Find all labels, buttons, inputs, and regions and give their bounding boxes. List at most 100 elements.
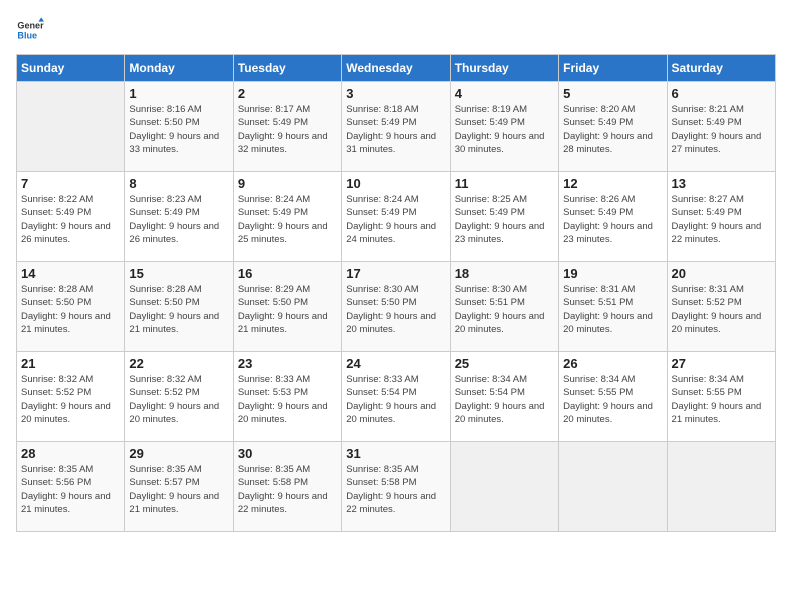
- day-number: 1: [129, 86, 228, 101]
- day-info: Sunrise: 8:28 AMSunset: 5:50 PMDaylight:…: [21, 283, 120, 336]
- day-info: Sunrise: 8:24 AMSunset: 5:49 PMDaylight:…: [346, 193, 445, 246]
- day-number: 8: [129, 176, 228, 191]
- day-number: 20: [672, 266, 771, 281]
- day-cell: 6Sunrise: 8:21 AMSunset: 5:49 PMDaylight…: [667, 82, 775, 172]
- header-tuesday: Tuesday: [233, 55, 341, 82]
- day-cell: 17 Sunrise: 8:30 AMSunset: 5:50 PMDayligh…: [342, 262, 450, 352]
- day-info: Sunrise: 8:23 AMSunset: 5:49 PMDaylight:…: [129, 193, 228, 246]
- day-info: Sunrise: 8:33 AMSunset: 5:53 PMDaylight:…: [238, 373, 337, 426]
- day-number: 30: [238, 446, 337, 461]
- header-thursday: Thursday: [450, 55, 558, 82]
- day-cell: 18 Sunrise: 8:30 AMSunset: 5:51 PMDayligh…: [450, 262, 558, 352]
- day-cell: 11Sunrise: 8:25 AMSunset: 5:49 PMDayligh…: [450, 172, 558, 262]
- day-cell: 2 Sunrise: 8:17 AMSunset: 5:49 PMDaylight…: [233, 82, 341, 172]
- day-cell: 21 Sunrise: 8:32 AMSunset: 5:52 PMDayligh…: [17, 352, 125, 442]
- day-info: Sunrise: 8:33 AMSunset: 5:54 PMDaylight:…: [346, 373, 445, 426]
- day-cell: 24 Sunrise: 8:33 AMSunset: 5:54 PMDayligh…: [342, 352, 450, 442]
- day-number: 11: [455, 176, 554, 191]
- week-row-5: 28 Sunrise: 8:35 AMSunset: 5:56 PMDayligh…: [17, 442, 776, 532]
- calendar-table: SundayMondayTuesdayWednesdayThursdayFrid…: [16, 54, 776, 532]
- week-row-3: 14 Sunrise: 8:28 AMSunset: 5:50 PMDayligh…: [17, 262, 776, 352]
- day-cell: 9Sunrise: 8:24 AMSunset: 5:49 PMDaylight…: [233, 172, 341, 262]
- day-info: Sunrise: 8:22 AMSunset: 5:49 PMDaylight:…: [21, 193, 120, 246]
- day-cell: 14 Sunrise: 8:28 AMSunset: 5:50 PMDayligh…: [17, 262, 125, 352]
- day-info: Sunrise: 8:35 AMSunset: 5:58 PMDaylight:…: [238, 463, 337, 516]
- day-number: 22: [129, 356, 228, 371]
- day-cell: 5 Sunrise: 8:20 AMSunset: 5:49 PMDaylight…: [559, 82, 667, 172]
- day-number: 14: [21, 266, 120, 281]
- day-cell: 23Sunrise: 8:33 AMSunset: 5:53 PMDayligh…: [233, 352, 341, 442]
- day-info: Sunrise: 8:20 AMSunset: 5:49 PMDaylight:…: [563, 103, 662, 156]
- day-cell: [559, 442, 667, 532]
- svg-text:General: General: [17, 21, 44, 31]
- header-wednesday: Wednesday: [342, 55, 450, 82]
- day-cell: 13Sunrise: 8:27 AMSunset: 5:49 PMDayligh…: [667, 172, 775, 262]
- day-info: Sunrise: 8:32 AMSunset: 5:52 PMDaylight:…: [129, 373, 228, 426]
- header-row: SundayMondayTuesdayWednesdayThursdayFrid…: [17, 55, 776, 82]
- day-number: 15: [129, 266, 228, 281]
- day-info: Sunrise: 8:32 AMSunset: 5:52 PMDaylight:…: [21, 373, 120, 426]
- logo-icon: General Blue: [16, 16, 44, 44]
- day-cell: 30 Sunrise: 8:35 AMSunset: 5:58 PMDayligh…: [233, 442, 341, 532]
- day-cell: 22 Sunrise: 8:32 AMSunset: 5:52 PMDayligh…: [125, 352, 233, 442]
- day-cell: 28 Sunrise: 8:35 AMSunset: 5:56 PMDayligh…: [17, 442, 125, 532]
- day-info: Sunrise: 8:30 AMSunset: 5:51 PMDaylight:…: [455, 283, 554, 336]
- day-cell: [450, 442, 558, 532]
- day-number: 21: [21, 356, 120, 371]
- day-info: Sunrise: 8:34 AMSunset: 5:55 PMDaylight:…: [563, 373, 662, 426]
- day-info: Sunrise: 8:26 AMSunset: 5:49 PMDaylight:…: [563, 193, 662, 246]
- day-cell: 15 Sunrise: 8:28 AMSunset: 5:50 PMDayligh…: [125, 262, 233, 352]
- day-cell: [667, 442, 775, 532]
- week-row-4: 21 Sunrise: 8:32 AMSunset: 5:52 PMDayligh…: [17, 352, 776, 442]
- header-monday: Monday: [125, 55, 233, 82]
- day-info: Sunrise: 8:31 AMSunset: 5:51 PMDaylight:…: [563, 283, 662, 336]
- day-info: Sunrise: 8:27 AMSunset: 5:49 PMDaylight:…: [672, 193, 771, 246]
- day-info: Sunrise: 8:34 AMSunset: 5:55 PMDaylight:…: [672, 373, 771, 426]
- day-number: 10: [346, 176, 445, 191]
- day-number: 3: [346, 86, 445, 101]
- day-cell: 20 Sunrise: 8:31 AMSunset: 5:52 PMDayligh…: [667, 262, 775, 352]
- header-sunday: Sunday: [17, 55, 125, 82]
- day-cell: 25Sunrise: 8:34 AMSunset: 5:54 PMDayligh…: [450, 352, 558, 442]
- day-info: Sunrise: 8:24 AMSunset: 5:49 PMDaylight:…: [238, 193, 337, 246]
- day-cell: 27 Sunrise: 8:34 AMSunset: 5:55 PMDayligh…: [667, 352, 775, 442]
- day-info: Sunrise: 8:30 AMSunset: 5:50 PMDaylight:…: [346, 283, 445, 336]
- day-info: Sunrise: 8:18 AMSunset: 5:49 PMDaylight:…: [346, 103, 445, 156]
- day-number: 7: [21, 176, 120, 191]
- day-cell: 29Sunrise: 8:35 AMSunset: 5:57 PMDayligh…: [125, 442, 233, 532]
- day-number: 5: [563, 86, 662, 101]
- day-number: 31: [346, 446, 445, 461]
- day-cell: 31 Sunrise: 8:35 AMSunset: 5:58 PMDayligh…: [342, 442, 450, 532]
- day-number: 28: [21, 446, 120, 461]
- day-info: Sunrise: 8:16 AMSunset: 5:50 PMDaylight:…: [129, 103, 228, 156]
- week-row-2: 7 Sunrise: 8:22 AMSunset: 5:49 PMDaylight…: [17, 172, 776, 262]
- day-number: 27: [672, 356, 771, 371]
- day-info: Sunrise: 8:31 AMSunset: 5:52 PMDaylight:…: [672, 283, 771, 336]
- svg-text:Blue: Blue: [17, 30, 37, 40]
- day-info: Sunrise: 8:35 AMSunset: 5:58 PMDaylight:…: [346, 463, 445, 516]
- day-cell: 1 Sunrise: 8:16 AMSunset: 5:50 PMDaylight…: [125, 82, 233, 172]
- logo: General Blue: [16, 16, 44, 44]
- day-number: 2: [238, 86, 337, 101]
- day-cell: 26Sunrise: 8:34 AMSunset: 5:55 PMDayligh…: [559, 352, 667, 442]
- day-number: 24: [346, 356, 445, 371]
- day-number: 18: [455, 266, 554, 281]
- day-cell: 8 Sunrise: 8:23 AMSunset: 5:49 PMDaylight…: [125, 172, 233, 262]
- day-info: Sunrise: 8:29 AMSunset: 5:50 PMDaylight:…: [238, 283, 337, 336]
- day-info: Sunrise: 8:28 AMSunset: 5:50 PMDaylight:…: [129, 283, 228, 336]
- day-info: Sunrise: 8:35 AMSunset: 5:56 PMDaylight:…: [21, 463, 120, 516]
- day-info: Sunrise: 8:17 AMSunset: 5:49 PMDaylight:…: [238, 103, 337, 156]
- day-number: 12: [563, 176, 662, 191]
- day-info: Sunrise: 8:19 AMSunset: 5:49 PMDaylight:…: [455, 103, 554, 156]
- day-info: Sunrise: 8:35 AMSunset: 5:57 PMDaylight:…: [129, 463, 228, 516]
- header-saturday: Saturday: [667, 55, 775, 82]
- day-cell: 19 Sunrise: 8:31 AMSunset: 5:51 PMDayligh…: [559, 262, 667, 352]
- day-info: Sunrise: 8:34 AMSunset: 5:54 PMDaylight:…: [455, 373, 554, 426]
- day-cell: 3 Sunrise: 8:18 AMSunset: 5:49 PMDaylight…: [342, 82, 450, 172]
- day-number: 16: [238, 266, 337, 281]
- day-info: Sunrise: 8:21 AMSunset: 5:49 PMDaylight:…: [672, 103, 771, 156]
- day-number: 19: [563, 266, 662, 281]
- day-number: 17: [346, 266, 445, 281]
- day-cell: [17, 82, 125, 172]
- page-header: General Blue: [16, 16, 776, 44]
